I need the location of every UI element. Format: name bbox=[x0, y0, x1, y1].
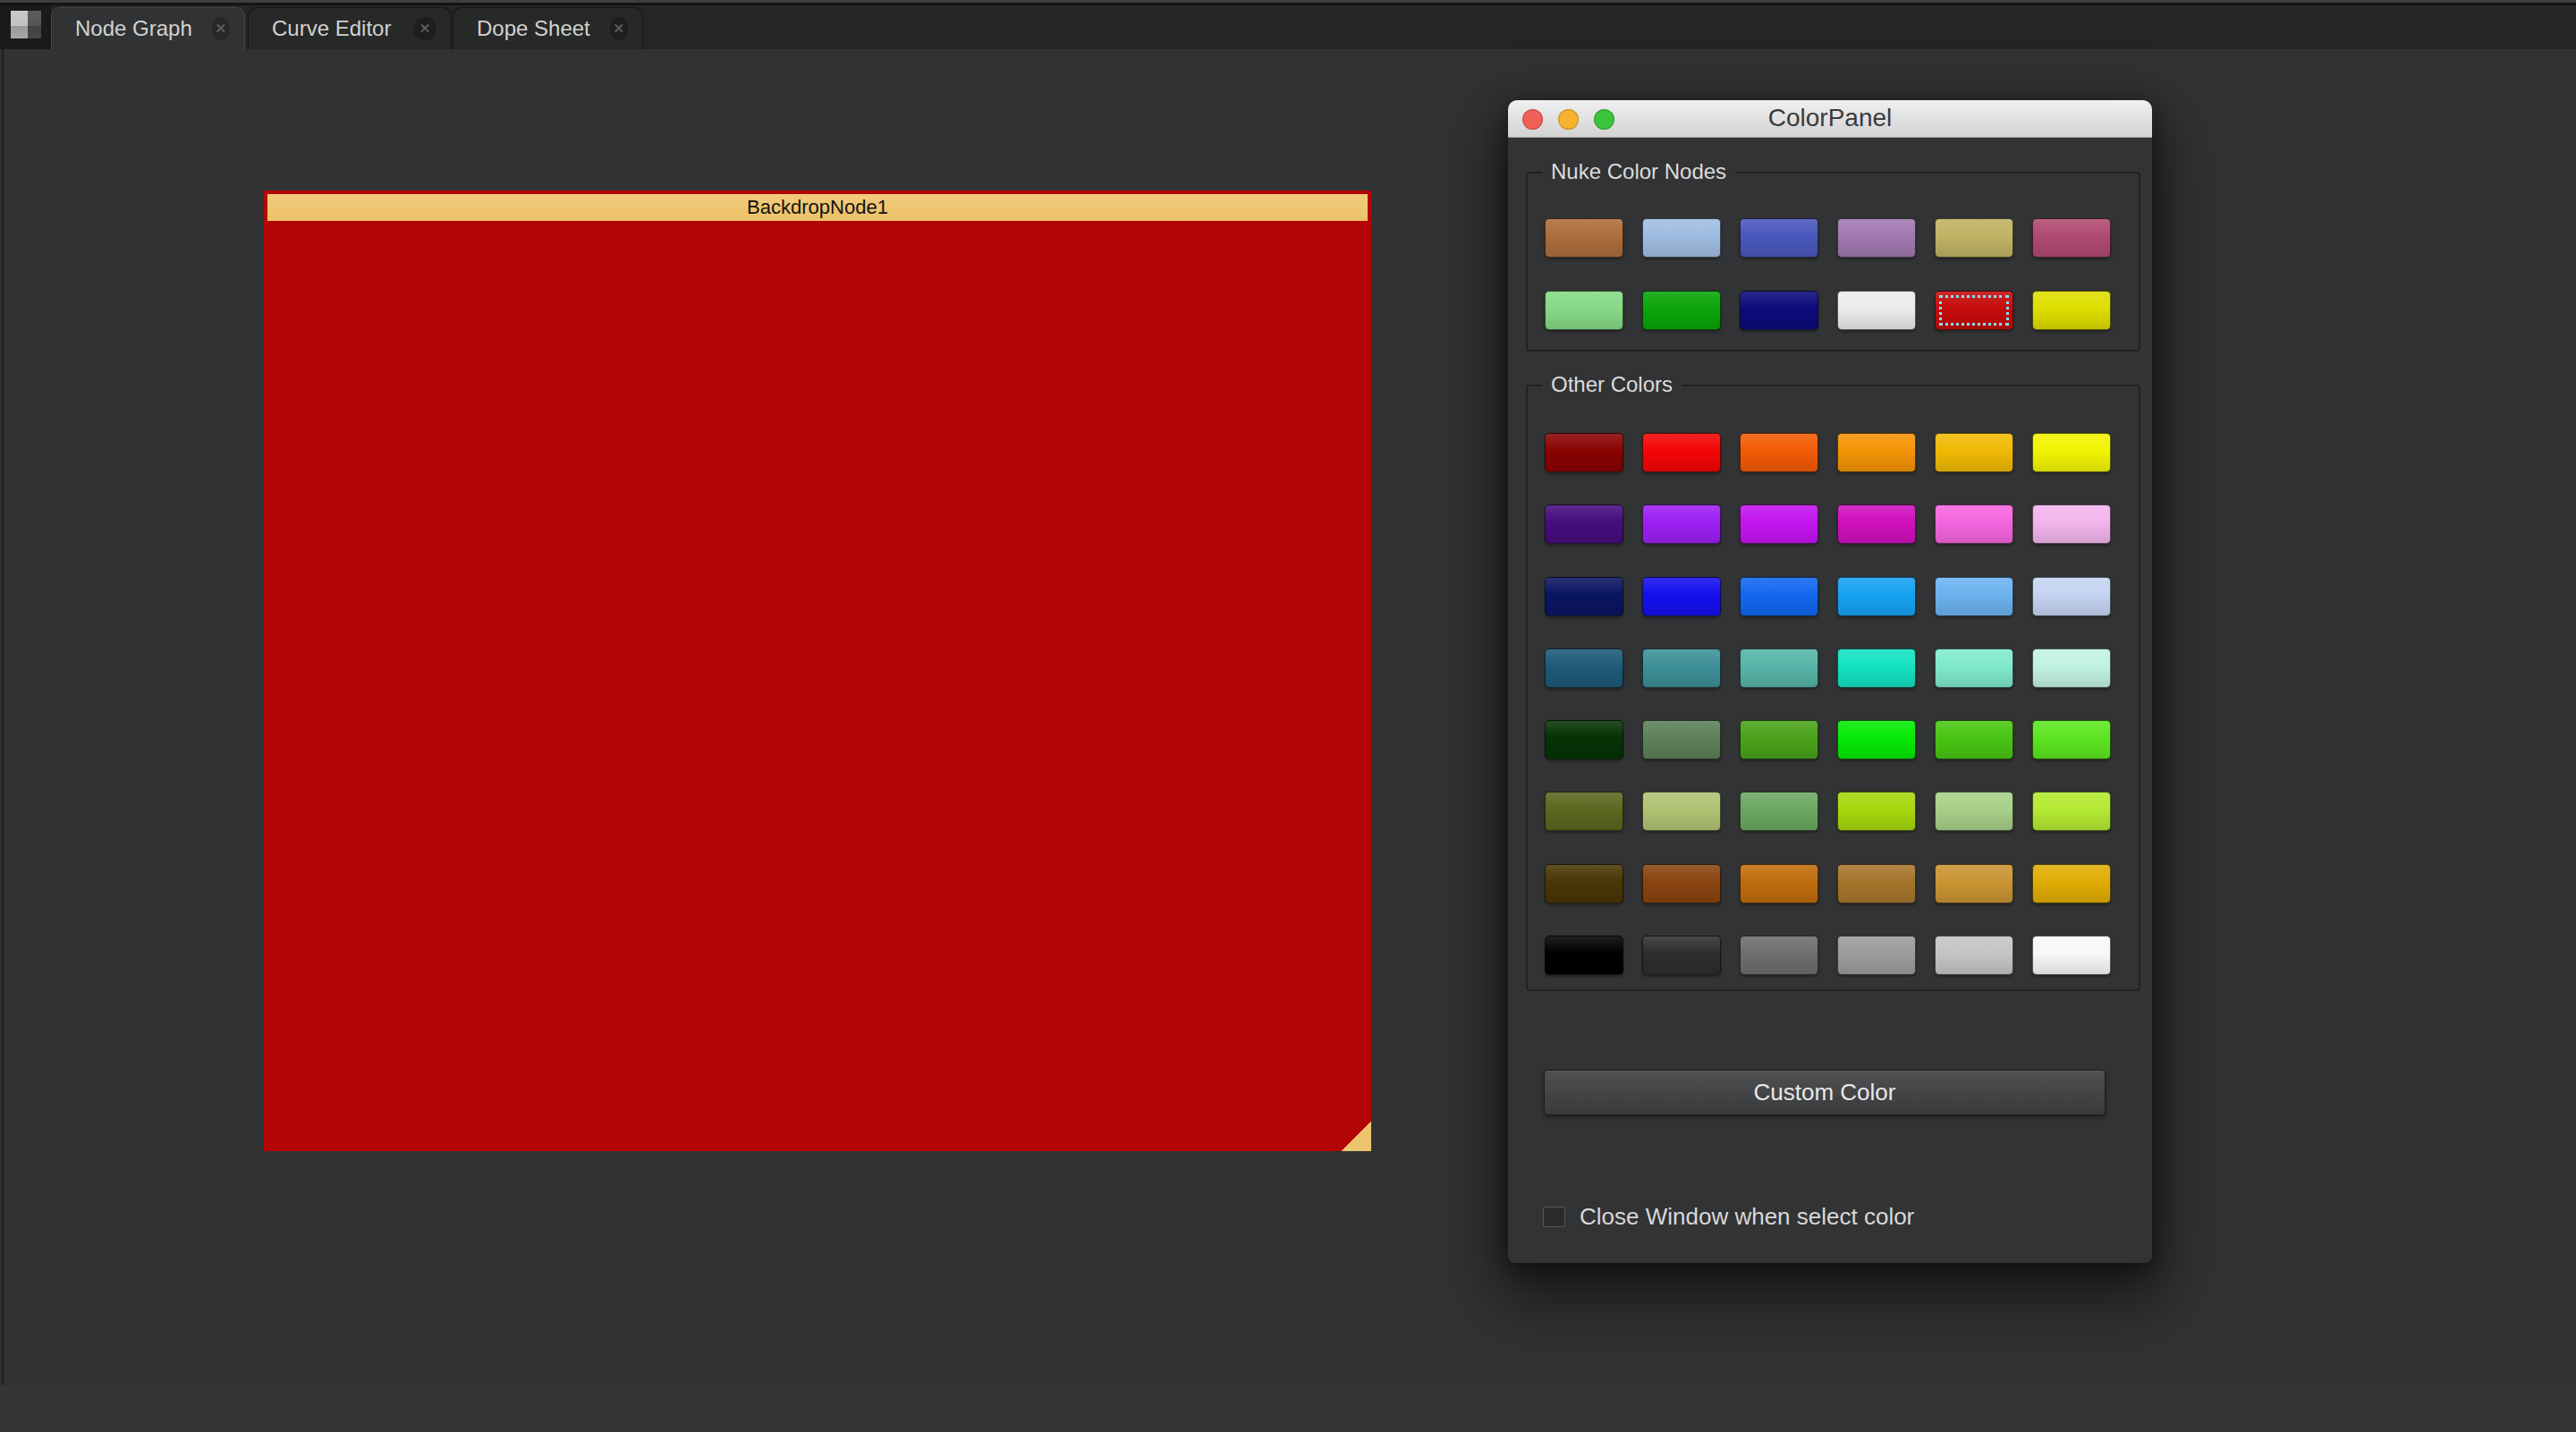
color-swatch[interactable] bbox=[1935, 433, 2013, 472]
color-swatch[interactable] bbox=[1642, 936, 1721, 975]
color-swatch[interactable] bbox=[1740, 792, 1818, 831]
color-swatch[interactable] bbox=[2032, 433, 2111, 472]
color-swatch[interactable] bbox=[1545, 577, 1623, 616]
pane-menu-box bbox=[0, 5, 51, 49]
tab-dope-sheet[interactable]: Dope Sheet ✕ bbox=[453, 7, 643, 49]
color-swatch[interactable] bbox=[1740, 577, 1818, 616]
node-graph-canvas[interactable]: BackdropNode1 bbox=[0, 49, 2576, 1432]
tab-close-icon[interactable]: ✕ bbox=[212, 17, 230, 40]
color-swatch[interactable] bbox=[1837, 433, 1916, 472]
color-swatch[interactable] bbox=[1642, 433, 1721, 472]
color-swatch[interactable] bbox=[2032, 291, 2111, 330]
other-color-swatch-grid bbox=[1545, 433, 2111, 975]
color-swatch[interactable] bbox=[1642, 504, 1721, 544]
group-label: Nuke Color Nodes bbox=[1542, 159, 1735, 184]
color-swatch[interactable] bbox=[1545, 218, 1623, 258]
close-window-checkbox-label: Close Window when select color bbox=[1580, 1203, 1914, 1231]
pane-divider[interactable] bbox=[2, 49, 4, 1432]
tab-close-icon[interactable]: ✕ bbox=[610, 17, 628, 40]
backdrop-label: BackdropNode1 bbox=[747, 196, 888, 219]
color-swatch[interactable] bbox=[1545, 864, 1623, 903]
color-swatch[interactable] bbox=[1837, 648, 1916, 688]
color-swatch[interactable] bbox=[1935, 864, 2013, 903]
color-swatch[interactable] bbox=[1837, 864, 1916, 903]
canvas-bottom-strip bbox=[0, 1385, 2576, 1432]
color-swatch[interactable] bbox=[1837, 577, 1916, 616]
color-swatch[interactable] bbox=[2032, 936, 2111, 975]
color-swatch[interactable] bbox=[2032, 577, 2111, 616]
tab-bar: Node Graph ✕ Curve Editor ✕ Dope Sheet ✕ bbox=[0, 0, 2576, 49]
color-swatch[interactable] bbox=[1740, 291, 1818, 330]
color-swatch[interactable] bbox=[1642, 864, 1721, 903]
tab-label: Curve Editor bbox=[272, 16, 391, 41]
color-swatch[interactable] bbox=[1740, 504, 1818, 544]
backdrop-node[interactable]: BackdropNode1 bbox=[264, 191, 1371, 1151]
window-title: ColorPanel bbox=[1508, 100, 2152, 136]
color-swatch[interactable] bbox=[1740, 720, 1818, 759]
color-swatch[interactable] bbox=[1545, 720, 1623, 759]
color-swatch[interactable] bbox=[1740, 864, 1818, 903]
color-swatch[interactable] bbox=[2032, 504, 2111, 544]
color-swatch[interactable] bbox=[1935, 291, 2013, 330]
tab-curve-editor[interactable]: Curve Editor ✕ bbox=[248, 7, 452, 49]
colorpanel-window: ColorPanel Nuke Color Nodes Other Colors… bbox=[1508, 100, 2152, 1263]
color-swatch[interactable] bbox=[1740, 433, 1818, 472]
color-swatch[interactable] bbox=[1545, 936, 1623, 975]
color-swatch[interactable] bbox=[1642, 648, 1721, 688]
color-swatch[interactable] bbox=[1837, 218, 1916, 258]
color-swatch[interactable] bbox=[1642, 218, 1721, 258]
color-swatch[interactable] bbox=[1642, 720, 1721, 759]
color-swatch[interactable] bbox=[1837, 792, 1916, 831]
color-swatch[interactable] bbox=[1740, 648, 1818, 688]
color-swatch[interactable] bbox=[1740, 936, 1818, 975]
tab-node-graph[interactable]: Node Graph ✕ bbox=[51, 7, 245, 49]
color-swatch[interactable] bbox=[1935, 218, 2013, 258]
color-swatch[interactable] bbox=[2032, 218, 2111, 258]
color-swatch[interactable] bbox=[1642, 792, 1721, 831]
color-swatch[interactable] bbox=[1837, 504, 1916, 544]
color-swatch[interactable] bbox=[1935, 577, 2013, 616]
color-swatch[interactable] bbox=[2032, 792, 2111, 831]
color-swatch[interactable] bbox=[1545, 648, 1623, 688]
color-swatch[interactable] bbox=[1642, 291, 1721, 330]
group-label: Other Colors bbox=[1542, 372, 1682, 397]
color-swatch[interactable] bbox=[1545, 433, 1623, 472]
color-swatch[interactable] bbox=[1935, 504, 2013, 544]
group-nuke-color-nodes: Nuke Color Nodes bbox=[1526, 172, 2140, 352]
color-swatch[interactable] bbox=[2032, 720, 2111, 759]
tab-close-icon[interactable]: ✕ bbox=[413, 17, 436, 40]
color-swatch[interactable] bbox=[1935, 720, 2013, 759]
custom-color-button[interactable]: Custom Color bbox=[1544, 1070, 2106, 1115]
color-swatch[interactable] bbox=[1935, 648, 2013, 688]
color-swatch[interactable] bbox=[1545, 792, 1623, 831]
color-swatch[interactable] bbox=[1740, 218, 1818, 258]
tab-label: Node Graph bbox=[75, 16, 192, 41]
color-swatch[interactable] bbox=[1545, 504, 1623, 544]
color-swatch[interactable] bbox=[2032, 864, 2111, 903]
color-swatch[interactable] bbox=[1837, 936, 1916, 975]
color-swatch[interactable] bbox=[1935, 792, 2013, 831]
tab-label: Dope Sheet bbox=[477, 16, 590, 41]
color-swatch[interactable] bbox=[1837, 720, 1916, 759]
color-swatch[interactable] bbox=[1642, 577, 1721, 616]
close-window-checkbox[interactable] bbox=[1543, 1207, 1565, 1227]
color-swatch[interactable] bbox=[1545, 291, 1623, 330]
group-other-colors: Other Colors bbox=[1526, 385, 2140, 991]
backdrop-resize-handle[interactable] bbox=[1341, 1122, 1371, 1151]
nuke-color-swatch-grid bbox=[1545, 218, 2111, 330]
backdrop-header[interactable]: BackdropNode1 bbox=[267, 194, 1368, 221]
color-swatch[interactable] bbox=[1837, 291, 1916, 330]
color-swatch[interactable] bbox=[2032, 648, 2111, 688]
color-swatch[interactable] bbox=[1935, 936, 2013, 975]
window-titlebar[interactable]: ColorPanel bbox=[1508, 100, 2152, 138]
pane-menu-icon[interactable] bbox=[11, 11, 41, 38]
